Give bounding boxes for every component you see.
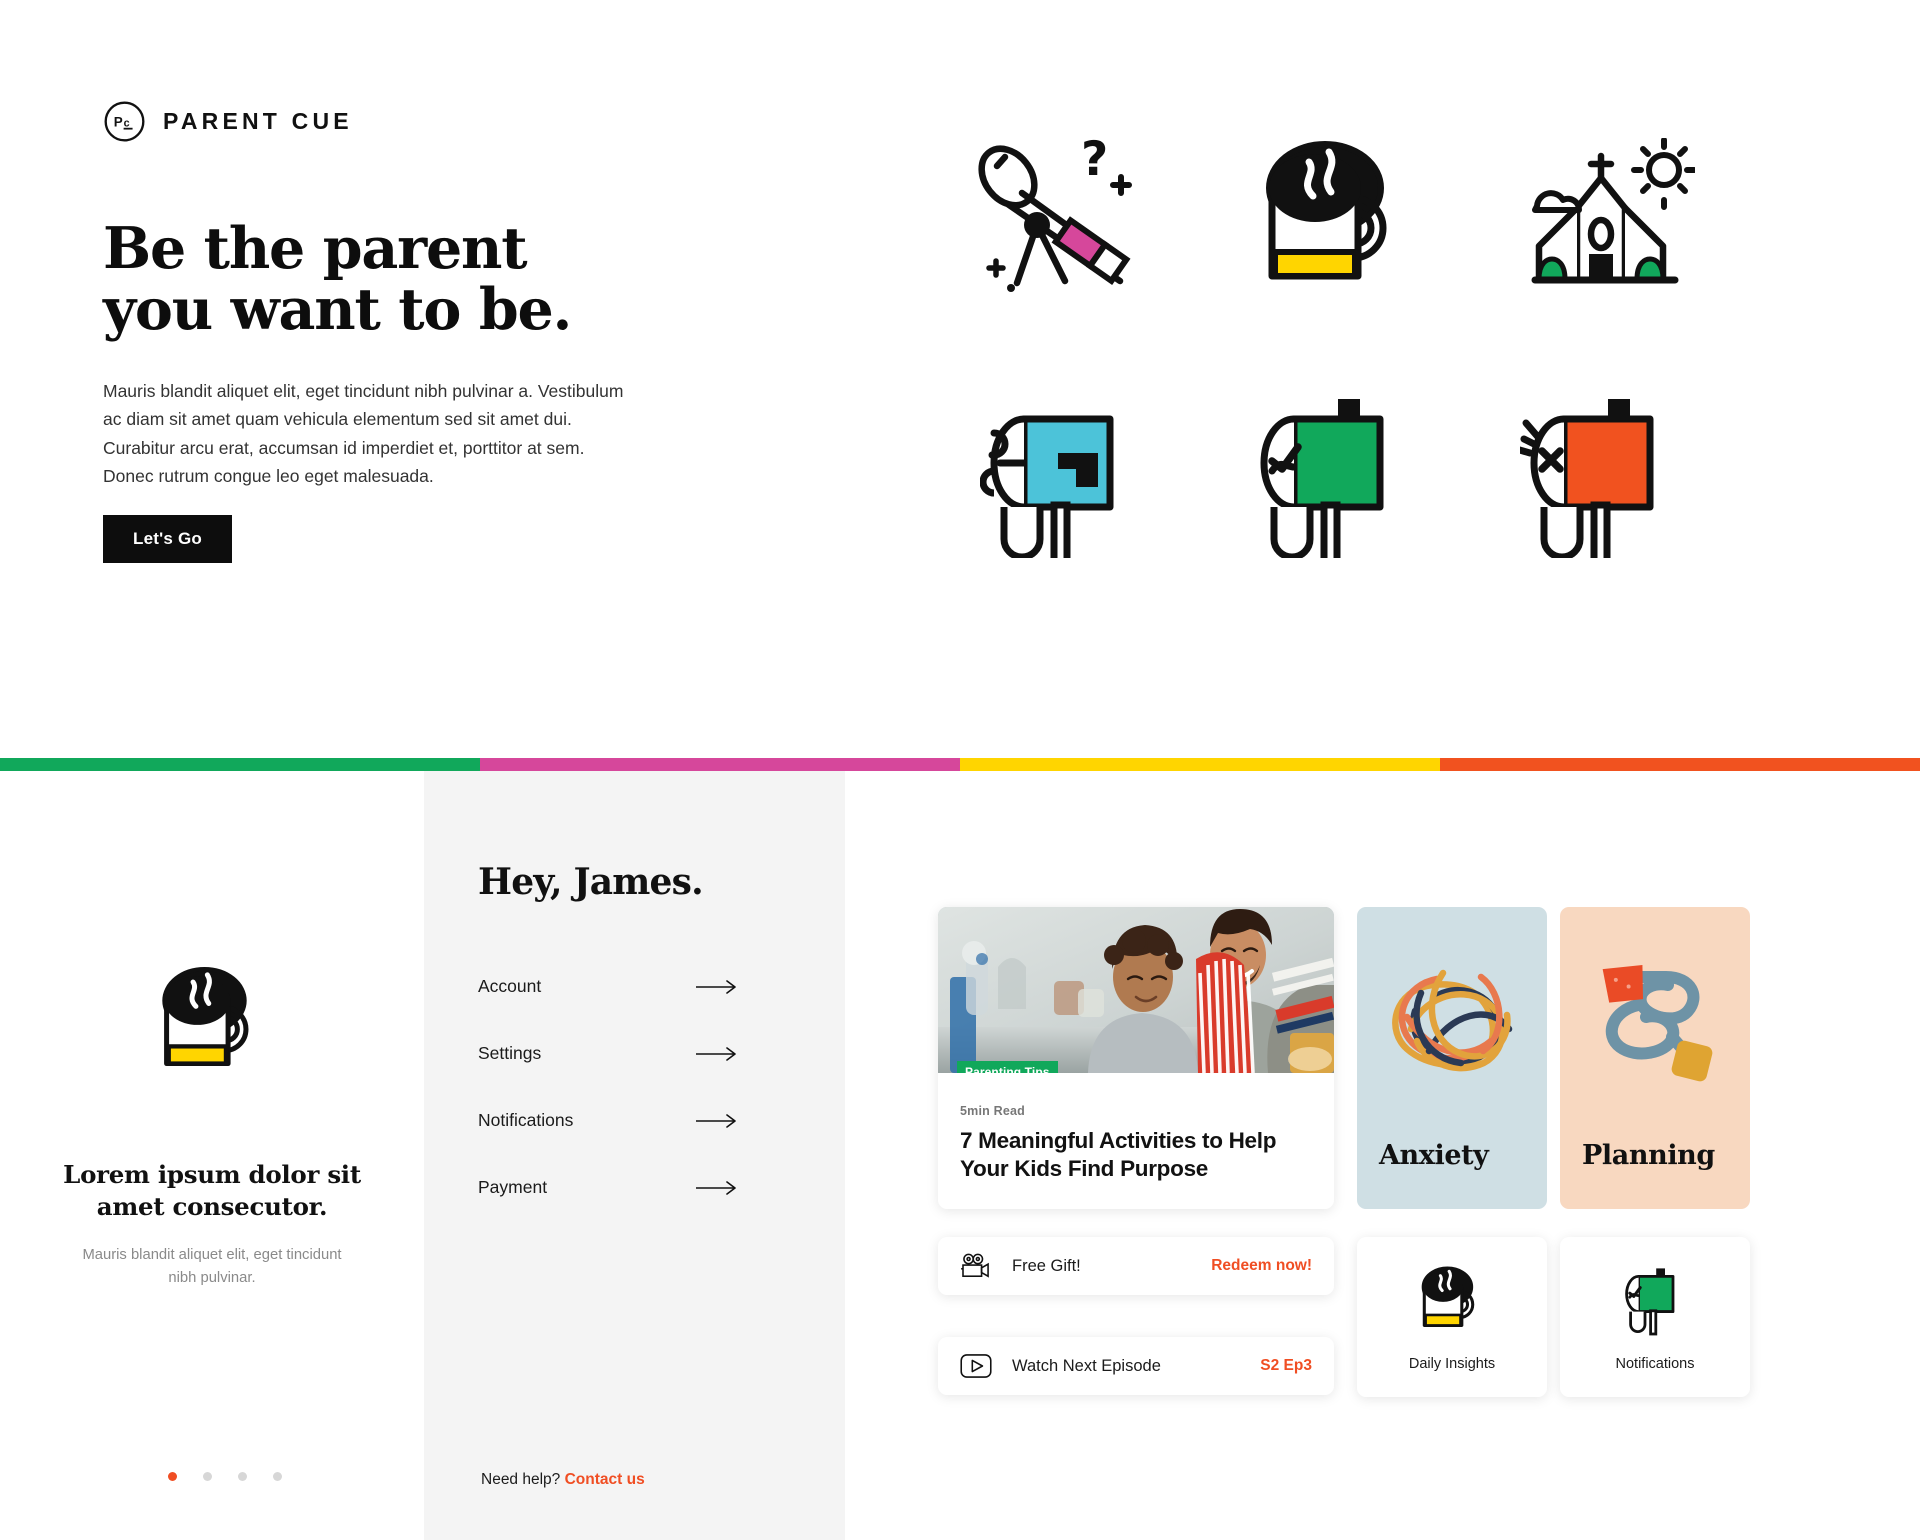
- sidebar-item-payment[interactable]: Payment: [478, 1154, 738, 1221]
- carousel-dot-2[interactable]: [203, 1472, 212, 1481]
- watch-next-episode-label: Watch Next Episode: [1012, 1356, 1161, 1375]
- mailbox-open-icon: [940, 375, 1190, 575]
- nav-label: Payment: [478, 1177, 548, 1197]
- svg-text:c: c: [124, 117, 130, 129]
- sidebar-item-account[interactable]: Account: [478, 953, 738, 1020]
- arrow-right-icon: [696, 979, 736, 994]
- read-time-label: 5min Read: [960, 1104, 1026, 1118]
- nav-label: Notifications: [478, 1110, 574, 1130]
- lower-section: Lorem ipsum dolor sit amet consecutor. M…: [0, 771, 1920, 1540]
- contact-us-link[interactable]: Contact us: [565, 1471, 645, 1488]
- telescope-icon: ?: [940, 120, 1190, 320]
- arrow-right-icon: [696, 1113, 736, 1128]
- coffee-mug-icon: [1210, 120, 1460, 320]
- hero-illustration-grid: ?: [940, 120, 1730, 575]
- color-bar-segment-magenta: [480, 758, 960, 771]
- color-bar-segment-green: [0, 758, 480, 771]
- topic-card-planning[interactable]: Planning: [1560, 907, 1750, 1209]
- promo-title: Lorem ipsum dolor sit amet consecutor.: [63, 1160, 361, 1222]
- tile-notifications[interactable]: Notifications: [1560, 1237, 1750, 1397]
- hero-paragraph: Mauris blandit aliquet elit, eget tincid…: [103, 381, 624, 487]
- tile-label-daily-insights: Daily Insights: [1408, 1355, 1496, 1372]
- page-root: P c PARENT CUE Be the parent you want to…: [0, 0, 1920, 1540]
- status-badge: Parenting Tips: [957, 1061, 1058, 1073]
- sidebar-item-notifications[interactable]: Notifications: [478, 1087, 738, 1154]
- svg-text:?: ?: [1081, 133, 1108, 187]
- article-photo-image: [938, 907, 1334, 1073]
- greeting-heading: Hey, James.: [478, 861, 704, 903]
- knotted-string-art-icon: [1560, 935, 1750, 1110]
- watch-next-episode-row[interactable]: Watch Next Episode S2 Ep3: [938, 1337, 1334, 1395]
- sidebar-item-settings[interactable]: Settings: [478, 1020, 738, 1087]
- hero-section: P c PARENT CUE Be the parent you want to…: [0, 0, 1920, 764]
- topic-label-anxiety: Anxiety: [1379, 1140, 1489, 1171]
- carousel-dot-1[interactable]: [168, 1472, 177, 1481]
- arrow-right-icon: [696, 1180, 736, 1195]
- account-nav-list: Account Settings Notifications Payment: [478, 953, 738, 1221]
- page-title: Be the parent you want to be.: [103, 218, 723, 340]
- play-button-icon: [960, 1354, 994, 1378]
- lets-go-button[interactable]: Let's Go: [103, 515, 232, 563]
- color-bar-segment-yellow: [960, 758, 1440, 771]
- color-bar-segment-orange: [1440, 758, 1920, 771]
- brand-name: PARENT CUE: [163, 108, 353, 134]
- mailbox-check-icon: [1621, 1263, 1689, 1339]
- svg-text:P: P: [114, 114, 123, 129]
- hero-title-line-2: you want to be.: [103, 275, 572, 343]
- coffee-mug-icon: [153, 966, 271, 1086]
- brand-color-bar: [0, 758, 1920, 771]
- dashboard-panel: Parenting Tips 5min Read 7 Meaningful Ac…: [845, 771, 1920, 1540]
- promo-subtitle: Mauris blandit aliquet elit, eget tincid…: [82, 1246, 342, 1286]
- coffee-mug-icon: [1416, 1263, 1488, 1339]
- need-help-row: Need help? Contact us: [481, 1471, 645, 1489]
- church-icon: [1480, 120, 1730, 320]
- tile-daily-insights[interactable]: Daily Insights: [1357, 1237, 1547, 1397]
- article-body: 5min Read 7 Meaningful Activities to Hel…: [938, 1073, 1334, 1184]
- parent-cue-circle-logo-icon: P c: [104, 101, 145, 142]
- article-photo: Parenting Tips: [938, 907, 1334, 1073]
- carousel-dots[interactable]: [168, 1472, 282, 1481]
- hero-title-line-1: Be the parent: [103, 215, 528, 282]
- mailbox-check-icon: [1210, 375, 1460, 575]
- topic-card-anxiety[interactable]: Anxiety: [1357, 907, 1547, 1209]
- arrow-right-icon: [696, 1046, 736, 1061]
- tangled-scribble-art-icon: [1357, 935, 1547, 1110]
- need-help-label: Need help?: [481, 1471, 561, 1488]
- promo-panel: Lorem ipsum dolor sit amet consecutor. M…: [0, 771, 424, 1540]
- free-gift-label: Free Gift!: [1012, 1256, 1081, 1275]
- redeem-now-link[interactable]: Redeem now!: [1211, 1257, 1312, 1275]
- carousel-dot-4[interactable]: [273, 1472, 282, 1481]
- article-card[interactable]: Parenting Tips 5min Read 7 Meaningful Ac…: [938, 907, 1334, 1209]
- episode-number: S2 Ep3: [1260, 1357, 1312, 1374]
- carousel-dot-3[interactable]: [238, 1472, 247, 1481]
- free-gift-row[interactable]: Free Gift! Redeem now!: [938, 1237, 1334, 1295]
- brand-logo[interactable]: P c PARENT CUE: [103, 100, 353, 143]
- film-camera-icon: [960, 1253, 994, 1279]
- topic-label-planning: Planning: [1582, 1140, 1715, 1171]
- nav-label: Settings: [478, 1043, 542, 1063]
- nav-label: Account: [478, 976, 542, 996]
- article-title: 7 Meaningful Activities to Help Your Kid…: [960, 1128, 1277, 1182]
- account-panel: Hey, James. Account Settings Notificatio…: [424, 771, 845, 1540]
- tile-label-notifications: Notifications: [1615, 1355, 1695, 1372]
- mailbox-x-icon: [1480, 375, 1730, 575]
